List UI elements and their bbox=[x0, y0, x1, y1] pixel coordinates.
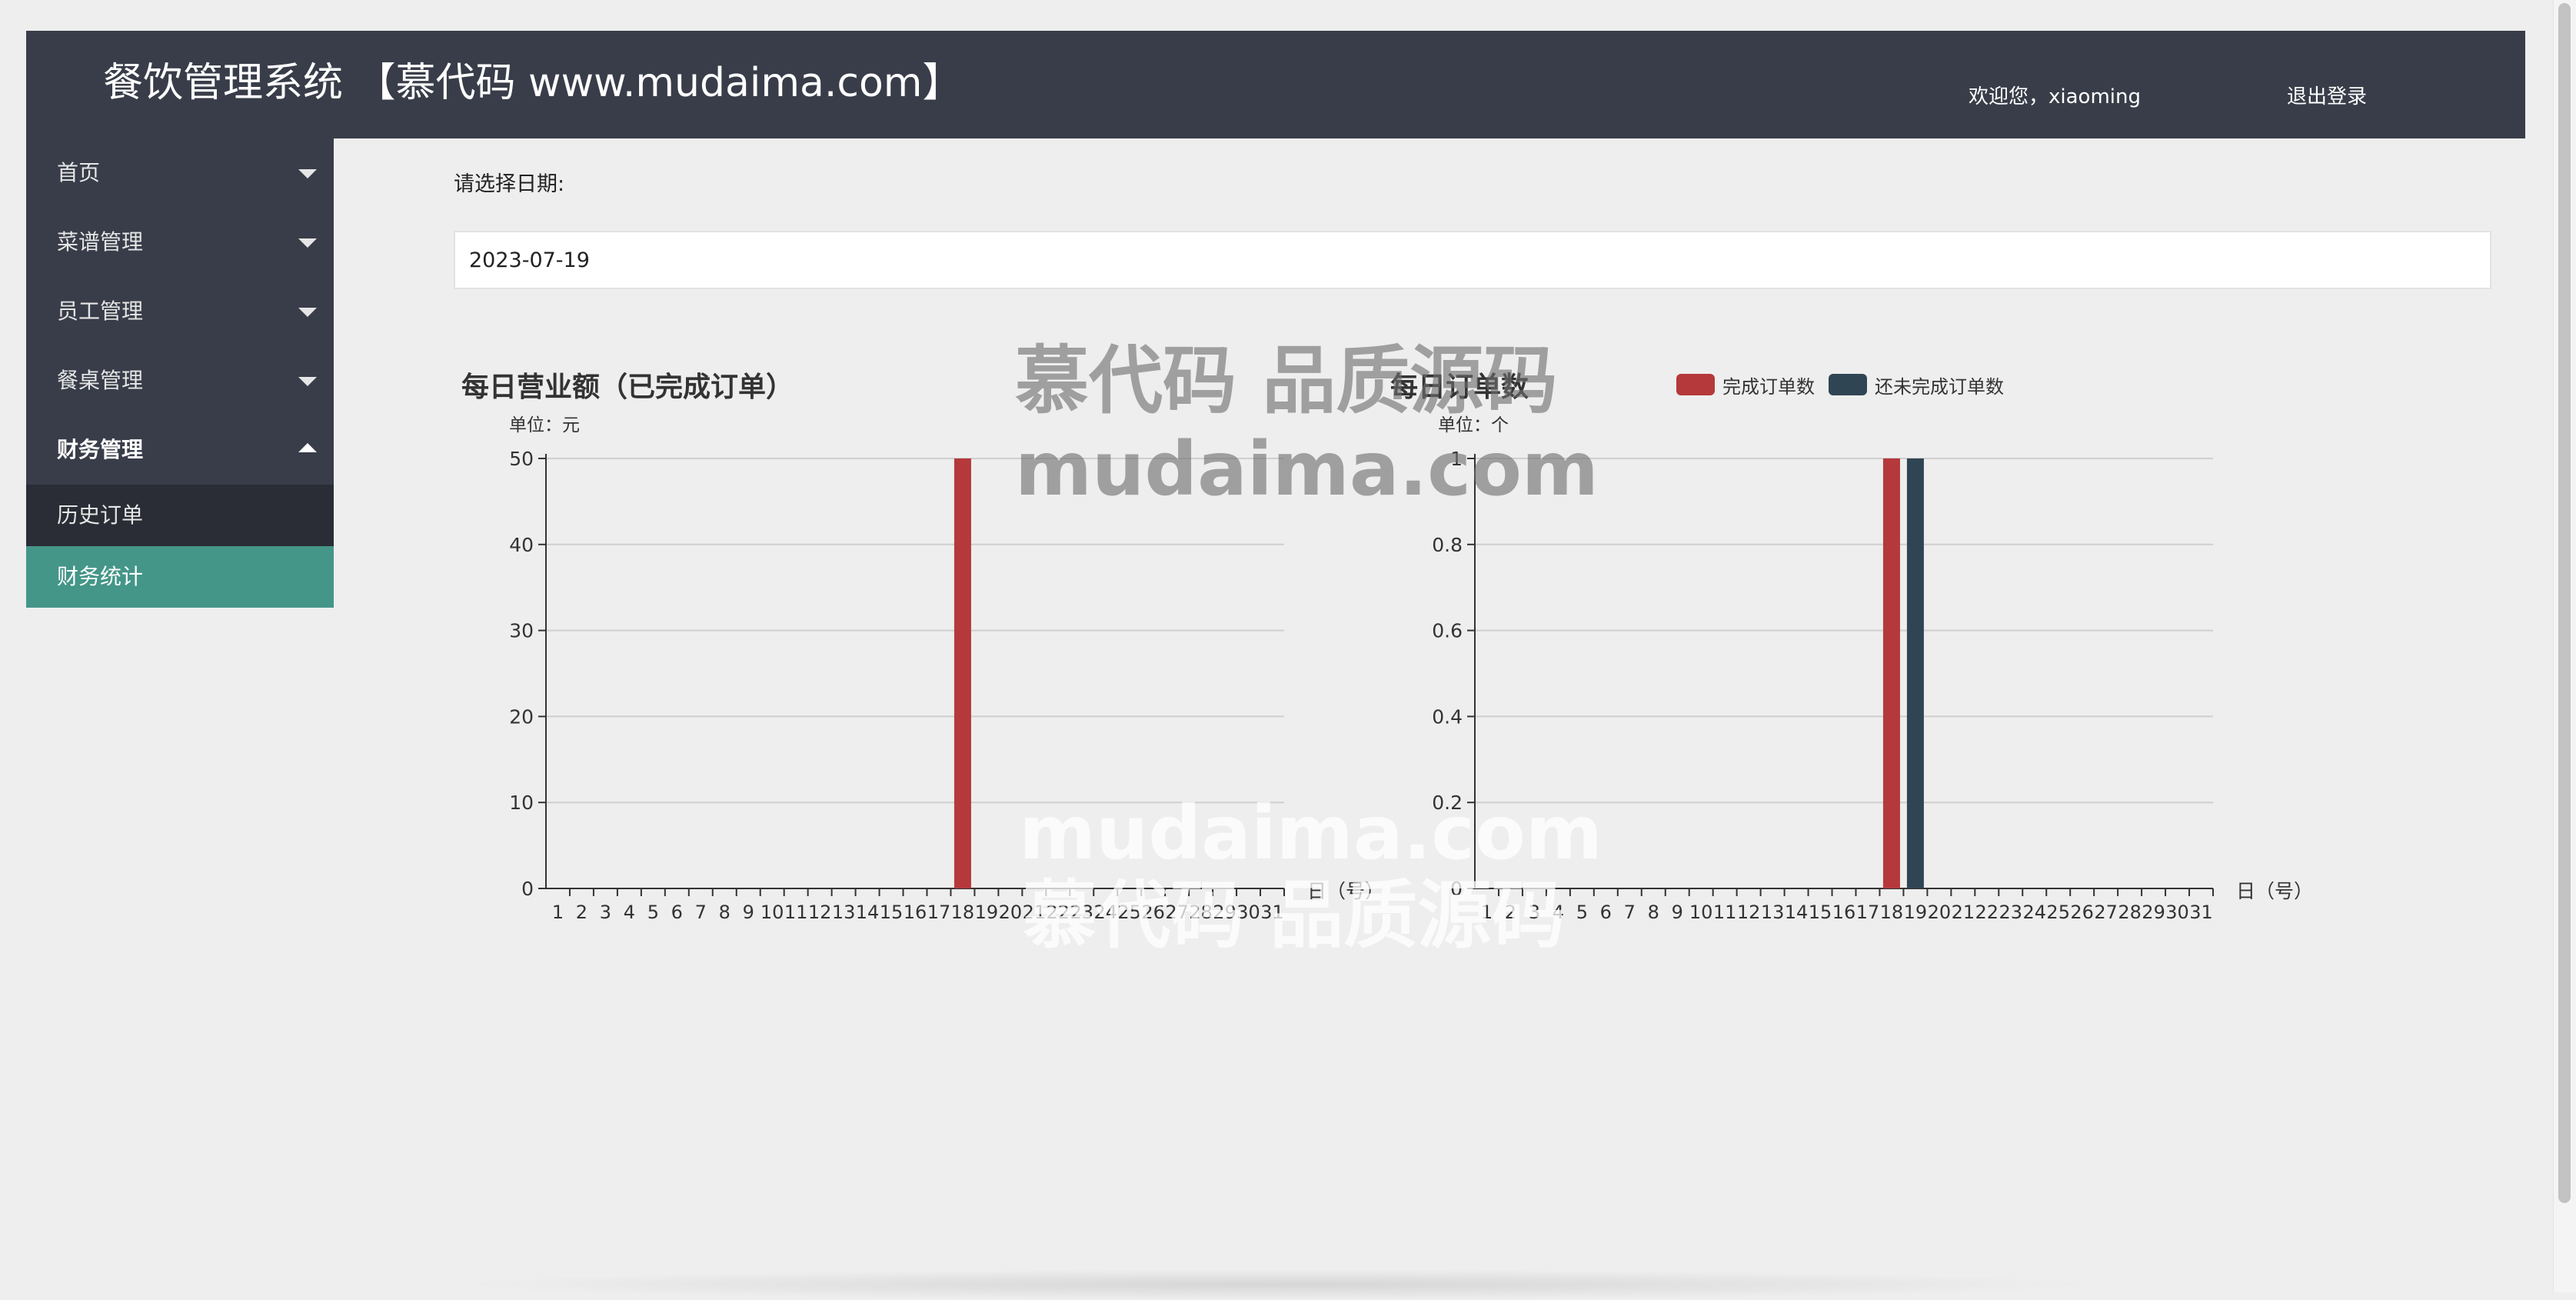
revenue-x-axis-label: 日（号） bbox=[1307, 880, 1384, 902]
orders-xtick-label: 20 bbox=[1928, 902, 1952, 923]
app-root: 餐饮管理系统 【慕代码 www.mudaima.com】 欢迎您，xiaomin… bbox=[0, 0, 2576, 1300]
orders-x-axis-label: 日（号） bbox=[2236, 880, 2313, 902]
orders-xtick-label: 18 bbox=[1880, 902, 1904, 923]
charts-canvas: 010203040501 2 3 4 5 6 7 8 9 10 11 12 13 14 15 16 17 18 19… bbox=[509, 448, 2313, 923]
orders-xtick-label: 6 bbox=[1600, 902, 1612, 923]
orders-xtick-label: 23 bbox=[1999, 902, 2023, 923]
orders-xtick-label: 30 bbox=[2165, 902, 2189, 923]
vertical-scrollbar-thumb[interactable] bbox=[2558, 3, 2571, 1203]
orders-bar bbox=[1906, 458, 1924, 888]
orders-xtick-label: 16 bbox=[1832, 902, 1856, 923]
orders-ytick-label: 0.8 bbox=[1432, 534, 1463, 556]
orders-xtick-label: 22 bbox=[1975, 902, 1999, 923]
bottom-shadow bbox=[446, 1269, 2107, 1300]
revenue-xtick-label: 17 bbox=[927, 902, 951, 923]
orders-xtick-label: 11 bbox=[1713, 902, 1737, 923]
revenue-xtick-label: 6 bbox=[671, 902, 683, 923]
revenue-xtick-label: 8 bbox=[719, 902, 731, 923]
revenue-xtick-label: 31 bbox=[1260, 902, 1284, 923]
orders-xtick-label: 15 bbox=[1809, 902, 1832, 923]
revenue-xtick-label: 18 bbox=[951, 902, 975, 923]
orders-xtick-label: 4 bbox=[1553, 902, 1564, 923]
orders-bar bbox=[1882, 458, 1900, 888]
orders-xtick-label: 9 bbox=[1672, 902, 1683, 923]
revenue-ytick-label: 30 bbox=[509, 620, 534, 642]
orders-xtick-label: 8 bbox=[1648, 902, 1659, 923]
revenue-xtick-label: 7 bbox=[695, 902, 707, 923]
revenue-ytick-label: 10 bbox=[509, 792, 534, 814]
orders-xtick-label: 27 bbox=[2094, 902, 2118, 923]
revenue-xtick-label: 30 bbox=[1236, 902, 1260, 923]
orders-xtick-label: 5 bbox=[1576, 902, 1588, 923]
orders-xtick-label: 19 bbox=[1904, 902, 1928, 923]
orders-xtick-label: 1 bbox=[1481, 902, 1493, 923]
revenue-xtick-label: 20 bbox=[999, 902, 1023, 923]
orders-xtick-label: 10 bbox=[1689, 902, 1713, 923]
orders-ytick-label: 0 bbox=[1450, 878, 1463, 900]
revenue-xtick-label: 19 bbox=[975, 902, 999, 923]
revenue-xtick-label: 9 bbox=[743, 902, 754, 923]
orders-ytick-label: 1 bbox=[1450, 448, 1463, 470]
revenue-xtick-label: 26 bbox=[1141, 902, 1165, 923]
orders-xtick-label: 3 bbox=[1529, 902, 1540, 923]
orders-xtick-label: 17 bbox=[1856, 902, 1880, 923]
revenue-xtick-label: 25 bbox=[1117, 902, 1141, 923]
orders-xtick-label: 2 bbox=[1505, 902, 1516, 923]
revenue-xtick-label: 12 bbox=[808, 902, 832, 923]
orders-xtick-label: 31 bbox=[2189, 902, 2213, 923]
orders-ytick-label: 0.6 bbox=[1432, 620, 1463, 642]
revenue-xtick-label: 21 bbox=[1023, 902, 1047, 923]
revenue-xtick-label: 14 bbox=[856, 902, 880, 923]
revenue-ytick-label: 0 bbox=[521, 878, 534, 900]
revenue-xtick-label: 16 bbox=[904, 902, 927, 923]
orders-xtick-label: 25 bbox=[2046, 902, 2070, 923]
revenue-xtick-label: 11 bbox=[784, 902, 808, 923]
revenue-xtick-label: 22 bbox=[1047, 902, 1070, 923]
revenue-xtick-label: 28 bbox=[1189, 902, 1213, 923]
revenue-ytick-label: 20 bbox=[509, 705, 534, 728]
revenue-xtick-label: 24 bbox=[1093, 902, 1117, 923]
orders-ytick-label: 0.2 bbox=[1432, 792, 1463, 814]
orders-xtick-label: 14 bbox=[1785, 902, 1809, 923]
revenue-xtick-label: 13 bbox=[832, 902, 856, 923]
orders-xtick-label: 29 bbox=[2142, 902, 2165, 923]
orders-xtick-label: 12 bbox=[1737, 902, 1761, 923]
revenue-xtick-label: 3 bbox=[600, 902, 611, 923]
orders-xtick-label: 28 bbox=[2118, 902, 2142, 923]
orders-ytick-label: 0.4 bbox=[1432, 705, 1463, 728]
orders-xtick-label: 26 bbox=[2070, 902, 2094, 923]
revenue-xtick-label: 27 bbox=[1165, 902, 1189, 923]
orders-xtick-label: 7 bbox=[1624, 902, 1636, 923]
orders-xtick-label: 24 bbox=[2022, 902, 2046, 923]
revenue-xtick-label: 2 bbox=[576, 902, 587, 923]
revenue-ytick-label: 50 bbox=[509, 448, 534, 470]
orders-xtick-label: 21 bbox=[1952, 902, 1975, 923]
revenue-xtick-label: 10 bbox=[760, 902, 784, 923]
revenue-xtick-label: 15 bbox=[880, 902, 904, 923]
orders-xtick-label: 13 bbox=[1761, 902, 1785, 923]
revenue-bar bbox=[954, 458, 971, 888]
revenue-xtick-label: 23 bbox=[1070, 902, 1094, 923]
revenue-xtick-label: 5 bbox=[647, 902, 659, 923]
revenue-ytick-label: 40 bbox=[509, 534, 534, 556]
revenue-xtick-label: 29 bbox=[1213, 902, 1236, 923]
revenue-xtick-label: 1 bbox=[552, 902, 564, 923]
revenue-xtick-label: 4 bbox=[624, 902, 635, 923]
